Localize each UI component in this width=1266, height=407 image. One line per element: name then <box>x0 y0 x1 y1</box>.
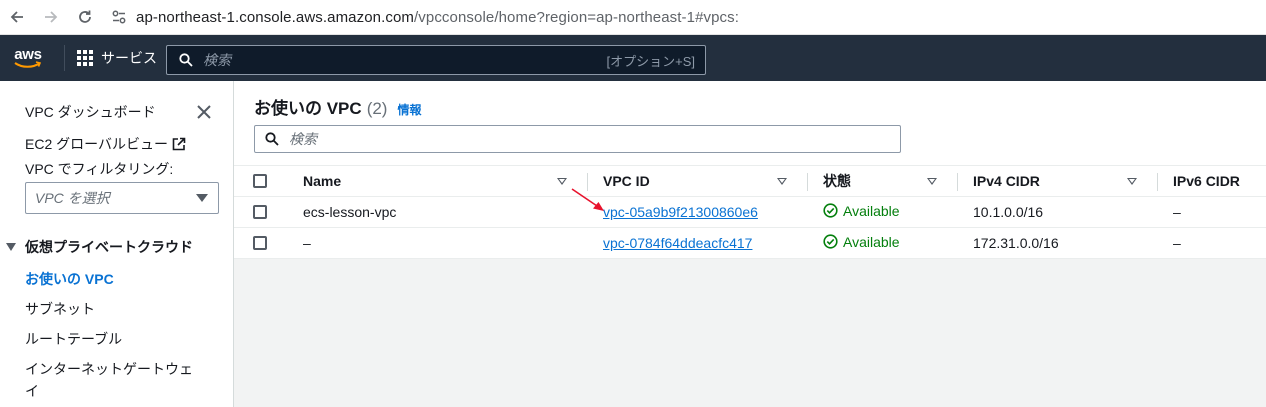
status-text: Available <box>843 202 900 219</box>
nav-divider <box>64 45 65 71</box>
table-header-row: Name VPC ID 状態 IPv4 CIDR IPv6 CIDR <box>234 165 1266 197</box>
cell-ipv4-cidr: 172.31.0.0/16 <box>957 227 1157 259</box>
address-bar[interactable]: ap-northeast-1.console.aws.amazon.com/vp… <box>108 3 1266 31</box>
close-icon[interactable] <box>195 103 213 121</box>
site-info-icon[interactable] <box>108 6 130 28</box>
info-link[interactable]: 情報 <box>397 101 421 118</box>
url-path: /vpcconsole/home?region=ap-northeast-1#v… <box>414 8 740 26</box>
aws-logo[interactable]: aws <box>12 43 44 73</box>
url-text: ap-northeast-1.console.aws.amazon.com/vp… <box>136 9 739 26</box>
sidebar-item-ec2-global-view[interactable]: EC2 グローバルビュー <box>25 134 186 154</box>
search-icon <box>265 132 279 146</box>
vpc-id-link[interactable]: vpc-05a9b9f21300860e6 <box>603 204 758 220</box>
sort-icon[interactable] <box>777 177 787 185</box>
vpc-select-placeholder: VPC を選択 <box>35 190 110 206</box>
column-header-state[interactable]: 状態 <box>823 171 851 191</box>
sidebar-item-internet-gateways[interactable]: インターネットゲートウェ <box>25 359 193 379</box>
status-badge: Available <box>823 234 900 250</box>
url-host: ap-northeast-1.console.aws.amazon.com <box>136 8 415 26</box>
row-checkbox[interactable] <box>253 205 267 219</box>
ec2-global-view-label: EC2 グローバルビュー <box>25 136 168 152</box>
vpc-table: Name VPC ID 状態 IPv4 CIDR IPv6 CIDR ecs-l… <box>234 165 1266 259</box>
cell-ipv6-cidr: – <box>1157 227 1266 259</box>
grid-icon <box>77 50 93 66</box>
select-all-checkbox[interactable] <box>253 174 267 188</box>
annotation-arrow-icon <box>571 188 604 211</box>
sidebar-item-route-tables[interactable]: ルートテーブル <box>25 329 122 349</box>
check-circle-icon <box>823 203 838 218</box>
reload-icon[interactable] <box>72 4 98 30</box>
sidebar-item-internet-gateways-wrap[interactable]: イ <box>25 381 39 401</box>
sidebar-item-subnets[interactable]: サブネット <box>25 299 95 319</box>
vpc-filter-select[interactable]: VPC を選択 <box>25 182 219 214</box>
cell-ipv6-cidr: – <box>1157 196 1266 228</box>
sidebar-section-virtual-private-cloud[interactable]: 仮想プライベートクラウド <box>6 237 193 257</box>
status-badge: Available <box>823 203 900 219</box>
status-text: Available <box>843 233 900 250</box>
sort-icon[interactable] <box>1127 177 1137 185</box>
main-content: お使いの VPC (2) 情報 検索 Name VPC ID 状態 IPv4 C… <box>234 81 1266 407</box>
search-shortcut-hint: [オプション+S] <box>606 53 696 69</box>
aws-smile-icon <box>14 60 42 68</box>
column-header-ipv6-cidr[interactable]: IPv6 CIDR <box>1173 173 1240 189</box>
vpc-filter-label: VPC でフィルタリング: <box>25 161 174 177</box>
aws-logo-text: aws <box>14 45 42 63</box>
browser-toolbar: ap-northeast-1.console.aws.amazon.com/vp… <box>0 0 1266 35</box>
external-link-icon <box>172 137 186 151</box>
vpc-id-link[interactable]: vpc-0784f64ddeacfc417 <box>603 235 752 251</box>
forward-arrow-icon[interactable] <box>38 4 64 30</box>
column-header-vpc-id[interactable]: VPC ID <box>603 173 650 189</box>
search-placeholder: 検索 <box>203 52 231 68</box>
services-label: サービス <box>101 50 157 66</box>
vpc-count: (2) <box>366 99 388 118</box>
row-checkbox[interactable] <box>253 236 267 250</box>
search-icon <box>179 53 193 67</box>
section-title: 仮想プライベートクラウド <box>25 239 193 255</box>
column-header-name[interactable]: Name <box>303 173 341 189</box>
check-circle-icon <box>823 234 838 249</box>
sidebar-item-your-vpcs[interactable]: お使いの VPC <box>25 269 114 289</box>
back-arrow-icon[interactable] <box>4 4 30 30</box>
caret-down-icon <box>6 243 16 251</box>
table-row[interactable]: ecs-lesson-vpc vpc-05a9b9f21300860e6 Ava… <box>234 196 1266 228</box>
services-menu-button[interactable]: サービス <box>77 48 157 68</box>
aws-top-navigation: aws サービス 検索 [オプション+S] <box>0 35 1266 81</box>
page-title: お使いの VPC (2) 情報 <box>254 94 421 119</box>
vpc-table-container: お使いの VPC (2) 情報 検索 Name VPC ID 状態 IPv4 C… <box>234 81 1266 259</box>
vpc-search-input[interactable]: 検索 <box>254 125 901 153</box>
cell-ipv4-cidr: 10.1.0.0/16 <box>957 196 1157 228</box>
cell-name: ecs-lesson-vpc <box>287 196 587 228</box>
filter-placeholder: 検索 <box>289 131 317 147</box>
sort-icon[interactable] <box>927 177 937 185</box>
sidebar-item-vpc-dashboard[interactable]: VPC ダッシュボード <box>25 102 156 122</box>
sort-icon[interactable] <box>557 177 567 185</box>
column-header-ipv4-cidr[interactable]: IPv4 CIDR <box>973 173 1040 189</box>
side-navigation: VPC ダッシュボード EC2 グローバルビュー VPC でフィルタリング: V… <box>0 81 234 407</box>
caret-down-icon <box>196 194 208 202</box>
cell-name: – <box>287 227 587 259</box>
table-row[interactable]: – vpc-0784f64ddeacfc417 Available 172.31… <box>234 227 1266 259</box>
page-title-text: お使いの VPC <box>254 99 362 118</box>
global-search-input[interactable]: 検索 [オプション+S] <box>166 45 706 75</box>
